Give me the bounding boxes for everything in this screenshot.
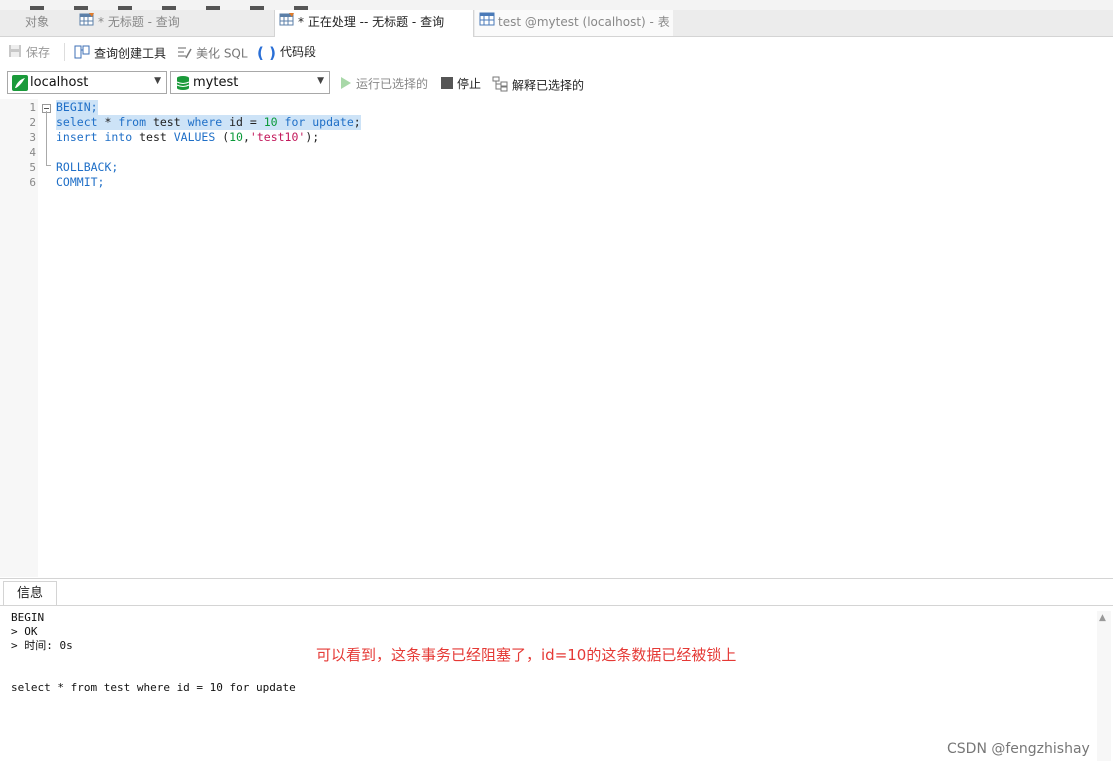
watermark: CSDN @fengzhishay xyxy=(947,741,1090,757)
run-selected-button[interactable]: 运行已选择的 xyxy=(340,76,428,93)
beautify-sql-button[interactable]: 美化 SQL xyxy=(176,44,248,64)
tab-label: * 无标题 - 查询 xyxy=(98,15,180,29)
connection-toolbar: localhost ▼ mytest ▼ 运行已选择的 停止 解释已选择的 xyxy=(0,68,1113,98)
chevron-down-icon: ▼ xyxy=(154,76,161,86)
line-number: 2 xyxy=(29,116,36,129)
stop-button[interactable]: 停止 xyxy=(441,76,481,93)
menu-bar[interactable] xyxy=(0,0,1113,10)
tab-info[interactable]: 信息 xyxy=(3,581,57,606)
tab-label: * 正在处理 -- 无标题 - 查询 xyxy=(298,15,445,29)
save-icon xyxy=(8,44,22,62)
output-line: > OK xyxy=(11,625,38,638)
connection-select[interactable]: localhost ▼ xyxy=(7,71,167,94)
code-snippet-button[interactable]: ( ) 代码段 xyxy=(257,44,316,61)
play-icon xyxy=(340,76,352,93)
connection-label: localhost xyxy=(30,75,89,90)
tab-divider xyxy=(0,605,1113,606)
editor-toolbar: 保存 查询创建工具 美化 SQL ( ) 代码段 xyxy=(0,37,1113,67)
line-number: 3 xyxy=(29,131,36,144)
line-number-gutter: 1 2 3 4 5 6 xyxy=(0,99,38,577)
mysql-connection-icon xyxy=(12,75,28,94)
code-line-1: BEGIN; xyxy=(56,100,98,115)
code-line-3: insert into test VALUES (10,'test10'); xyxy=(56,130,320,144)
code-line-2: select * from test where id = 10 for upd… xyxy=(56,115,361,130)
beautify-icon xyxy=(176,44,192,64)
tab-label: 对象 xyxy=(24,15,49,29)
database-label: mytest xyxy=(193,75,239,90)
stop-icon xyxy=(441,76,453,93)
line-number: 5 xyxy=(29,161,36,174)
query-table-icon xyxy=(279,10,295,35)
line-number: 4 xyxy=(29,146,36,159)
explain-selected-button[interactable]: 解释已选择的 xyxy=(492,76,584,96)
vertical-scrollbar[interactable]: ▲ xyxy=(1097,611,1111,761)
sql-editor[interactable]: 1 2 3 4 5 6 BEGIN; select * from test wh… xyxy=(0,99,1113,577)
fold-guide-line xyxy=(46,111,47,165)
query-builder-button[interactable]: 查询创建工具 xyxy=(74,44,166,64)
tab-untitled-query[interactable]: * 无标题 - 查询 xyxy=(75,10,273,36)
output-line: BEGIN xyxy=(11,611,45,624)
tab-label: test @mytest (localhost) - 表 xyxy=(498,15,670,29)
code-line-5: ROLLBACK; xyxy=(56,160,119,174)
explain-icon xyxy=(492,76,508,96)
result-panel: 信息 BEGIN > OK > 时间: 0s select * from tes… xyxy=(0,578,1113,770)
tab-bar: 对象 * 无标题 - 查询 * 正在处理 -- 无标题 - 查询 test @m… xyxy=(0,10,1113,37)
code-line-6: COMMIT; xyxy=(56,175,105,189)
line-number: 6 xyxy=(29,176,36,189)
fold-guide-end xyxy=(46,165,51,166)
save-button[interactable]: 保存 xyxy=(8,44,50,62)
table-icon xyxy=(479,10,495,35)
query-builder-icon xyxy=(74,44,90,64)
database-icon xyxy=(175,75,191,94)
tab-processing-query[interactable]: * 正在处理 -- 无标题 - 查询 xyxy=(274,10,474,37)
output-line: select * from test where id = 10 for upd… xyxy=(11,681,296,694)
output-line: > 时间: 0s xyxy=(11,639,73,652)
toolbar-divider xyxy=(64,43,65,61)
line-number: 1 xyxy=(29,101,36,114)
annotation-text: 可以看到，这条事务已经阻塞了，id=10的这条数据已经被锁上 xyxy=(316,646,737,664)
code-snippet-icon: ( ) xyxy=(257,43,276,62)
chevron-down-icon: ▼ xyxy=(317,76,324,86)
tab-test-table[interactable]: test @mytest (localhost) - 表 xyxy=(475,10,673,36)
query-table-icon xyxy=(79,10,95,35)
scroll-up-icon[interactable]: ▲ xyxy=(1099,613,1106,623)
tab-objects[interactable]: 对象 xyxy=(0,10,74,36)
database-select[interactable]: mytest ▼ xyxy=(170,71,330,94)
